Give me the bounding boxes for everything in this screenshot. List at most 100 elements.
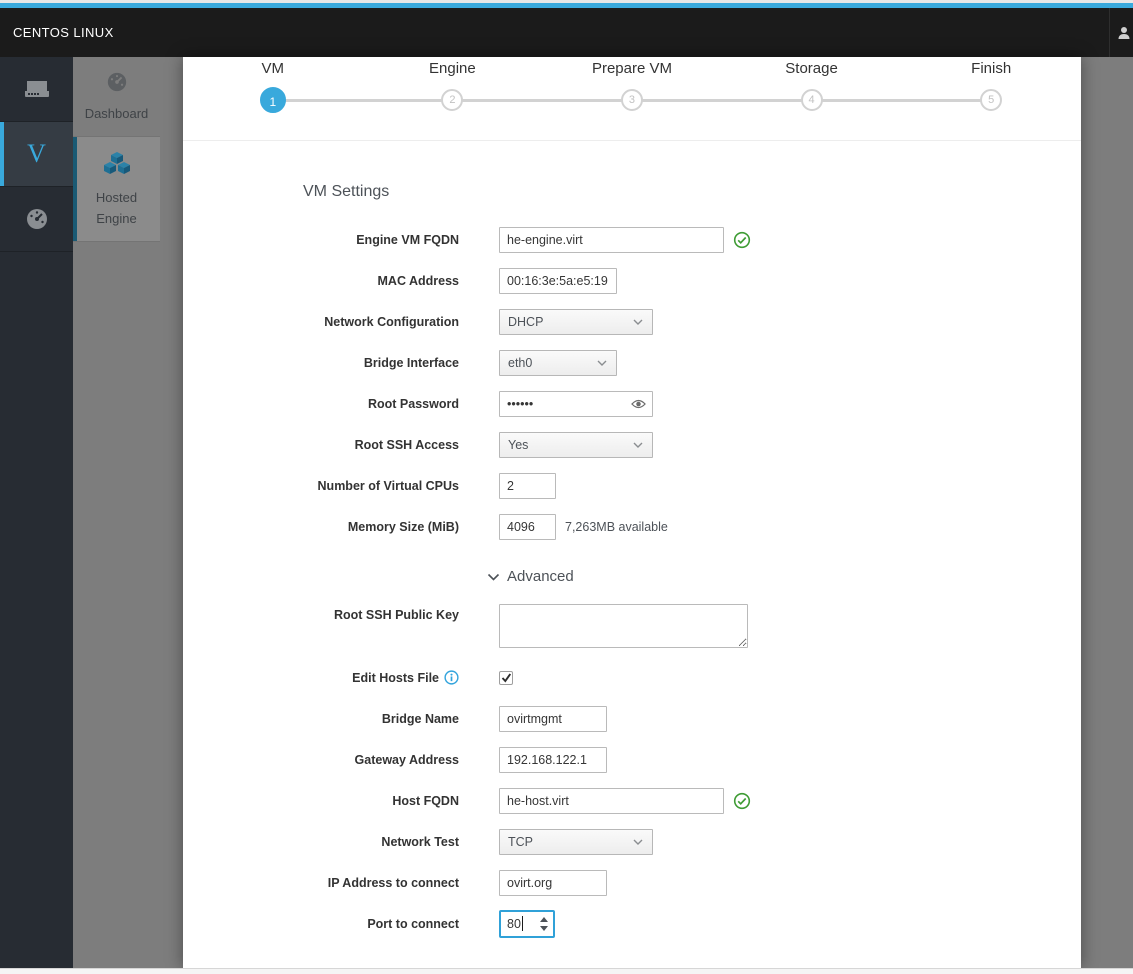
chevron-down-icon bbox=[633, 319, 643, 325]
field-label: Port to connect bbox=[367, 916, 459, 931]
chevron-down-icon bbox=[633, 442, 643, 448]
form-row-memory-size: Memory Size (MiB) 7,263MB available bbox=[183, 506, 1081, 547]
field-label: Root Password bbox=[368, 396, 459, 411]
network-configuration-select[interactable]: DHCP bbox=[499, 308, 653, 335]
chevron-down-icon bbox=[597, 360, 607, 366]
spinner-up-icon[interactable] bbox=[540, 916, 548, 922]
form-row-gateway-address: Gateway Address bbox=[183, 739, 1081, 780]
subnav-label-line1: Hosted bbox=[95, 190, 138, 205]
wizard-step-vm[interactable]: VM 1 bbox=[183, 57, 363, 140]
root-ssh-access-select[interactable]: Yes bbox=[499, 431, 653, 458]
dashboard-icon bbox=[26, 209, 47, 229]
subnav-label: Dashboard bbox=[84, 106, 149, 121]
bridge-name-input[interactable] bbox=[499, 705, 607, 732]
field-label: Engine VM FQDN bbox=[356, 232, 459, 247]
form-row-root-ssh-public-key: Root SSH Public Key bbox=[183, 599, 1081, 657]
form-row-root-ssh-access: Root SSH Access Yes bbox=[183, 424, 1081, 465]
selected-value: Yes bbox=[508, 437, 529, 452]
section-title: VM Settings bbox=[303, 183, 390, 200]
form-row-root-password: Root Password bbox=[183, 383, 1081, 424]
step-circle: 5 bbox=[980, 89, 1003, 111]
vm-settings-form: VM Settings Engine VM FQDN MAC Address N… bbox=[183, 183, 1081, 944]
engine-vm-fqdn-input[interactable] bbox=[499, 226, 724, 253]
top-navbar: CENTOS LINUX bbox=[0, 0, 1133, 57]
form-row-bridge-name: Bridge Name bbox=[183, 698, 1081, 739]
step-circle: 2 bbox=[441, 89, 464, 111]
form-row-network-test: Network Test TCP bbox=[183, 821, 1081, 862]
brand-accent-strip bbox=[0, 3, 1133, 8]
field-label: MAC Address bbox=[377, 273, 460, 288]
wizard-step-engine[interactable]: Engine 2 bbox=[363, 57, 543, 140]
number-spinner[interactable] bbox=[540, 912, 548, 936]
sidebar-item-system[interactable] bbox=[0, 57, 73, 122]
check-icon bbox=[501, 672, 511, 682]
port-value: 80 bbox=[507, 916, 521, 931]
step-circle: 4 bbox=[800, 89, 823, 111]
field-label: Root SSH Public Key bbox=[333, 608, 459, 622]
form-row-engine-vm-fqdn: Engine VM FQDN bbox=[183, 219, 1081, 260]
field-label: Number of Virtual CPUs bbox=[317, 478, 459, 493]
edit-hosts-file-checkbox[interactable] bbox=[499, 670, 513, 685]
show-password-eye-icon[interactable] bbox=[631, 397, 646, 415]
subnav-item-hosted-engine[interactable]: Hosted Engine bbox=[73, 137, 160, 242]
form-row-network-configuration: Network Configuration DHCP bbox=[183, 301, 1081, 342]
form-row-host-fqdn: Host FQDN bbox=[183, 780, 1081, 821]
subnav-item-dashboard[interactable]: Dashboard bbox=[73, 57, 160, 137]
form-row-edit-hosts-file: Edit Hosts File bbox=[183, 657, 1081, 698]
step-label: Storage bbox=[785, 60, 838, 77]
wizard-footer-edge bbox=[0, 968, 1133, 974]
wizard-step-prepare-vm[interactable]: Prepare VM 3 bbox=[542, 57, 722, 140]
network-test-select[interactable]: TCP bbox=[499, 828, 653, 855]
field-label: Bridge Interface bbox=[363, 355, 459, 370]
field-label: Network Test bbox=[381, 834, 459, 849]
primary-sidebar: V bbox=[0, 57, 73, 968]
root-password-input[interactable] bbox=[499, 390, 653, 417]
step-circle: 1 bbox=[259, 87, 286, 113]
vm-plugin-letter: V bbox=[27, 139, 46, 168]
gateway-address-input[interactable] bbox=[499, 746, 607, 773]
step-label: VM bbox=[261, 60, 285, 77]
valid-check-icon bbox=[733, 792, 751, 810]
sidebar-item-virtual-machines[interactable]: V bbox=[0, 122, 73, 187]
root-ssh-public-key-textarea[interactable] bbox=[499, 604, 748, 648]
host-fqdn-input[interactable] bbox=[499, 787, 724, 814]
advanced-title: Advanced bbox=[507, 568, 574, 585]
port-number-input[interactable]: 80 bbox=[499, 909, 555, 938]
chevron-down-icon bbox=[487, 573, 500, 581]
memory-size-input[interactable] bbox=[499, 513, 556, 540]
step-label: Engine bbox=[429, 60, 476, 77]
field-label: IP Address to connect bbox=[327, 875, 459, 890]
ip-address-input[interactable] bbox=[499, 869, 607, 896]
wizard-steps-header: VM 1 Engine 2 Prepare VM 3 Storage 4 Fin… bbox=[183, 57, 1081, 141]
user-menu-button[interactable] bbox=[1109, 8, 1133, 57]
field-label: Host FQDN bbox=[392, 793, 459, 808]
form-row-num-cpus: Number of Virtual CPUs bbox=[183, 465, 1081, 506]
hostname-brand[interactable]: CENTOS LINUX bbox=[13, 25, 114, 40]
spinner-down-icon[interactable] bbox=[540, 925, 548, 931]
virtual-cpus-input[interactable] bbox=[499, 472, 556, 499]
step-circle: 3 bbox=[620, 89, 643, 111]
wizard-step-storage[interactable]: Storage 4 bbox=[722, 57, 902, 140]
mac-address-input[interactable] bbox=[499, 267, 617, 294]
text-cursor bbox=[521, 916, 523, 931]
sidebar-item-dashboard[interactable] bbox=[0, 187, 73, 252]
advanced-section-toggle[interactable]: Advanced bbox=[487, 568, 1081, 585]
field-label: Edit Hosts File bbox=[183, 670, 459, 685]
field-label: Root SSH Access bbox=[354, 437, 459, 452]
bridge-interface-select[interactable]: eth0 bbox=[499, 349, 617, 376]
secondary-sidebar: Dashboard Hosted Engine bbox=[73, 57, 160, 968]
valid-check-icon bbox=[733, 231, 751, 249]
field-label: Memory Size (MiB) bbox=[347, 519, 459, 534]
info-icon[interactable] bbox=[444, 670, 459, 685]
user-icon bbox=[1118, 26, 1130, 39]
selected-value: TCP bbox=[508, 834, 533, 849]
selected-value: DHCP bbox=[508, 314, 544, 329]
field-label: Gateway Address bbox=[354, 752, 459, 767]
cubes-icon bbox=[103, 152, 130, 174]
selected-value: eth0 bbox=[508, 355, 533, 370]
wizard-step-finish[interactable]: Finish 5 bbox=[901, 57, 1081, 140]
chevron-down-icon bbox=[633, 839, 643, 845]
form-row-port: Port to connect 80 bbox=[183, 903, 1081, 944]
dashboard-icon bbox=[107, 72, 126, 92]
form-row-bridge-interface: Bridge Interface eth0 bbox=[183, 342, 1081, 383]
